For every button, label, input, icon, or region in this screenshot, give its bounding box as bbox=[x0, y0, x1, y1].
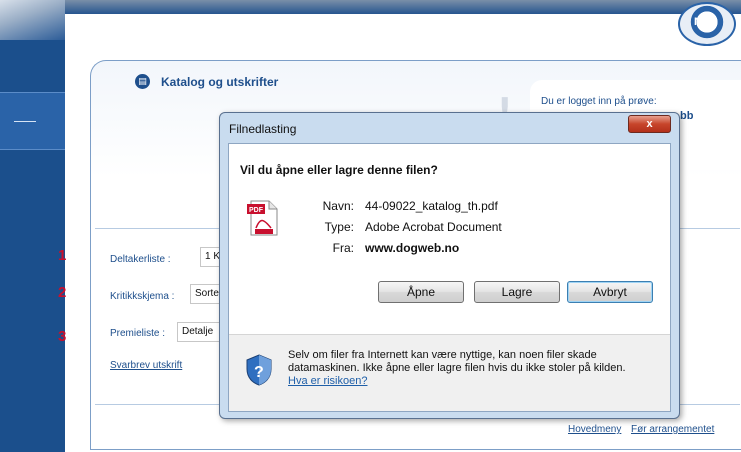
close-button[interactable]: x bbox=[628, 115, 671, 133]
kritikkskjema-select[interactable]: Sorte bbox=[190, 284, 220, 304]
left-nav-panel[interactable] bbox=[0, 92, 65, 150]
svarbrev-link[interactable]: Svarbrev utskrift bbox=[110, 360, 182, 371]
row-number: 2 bbox=[58, 284, 67, 301]
security-shield-icon: ? bbox=[246, 354, 272, 386]
logo-text: NKK bbox=[694, 16, 717, 28]
warning-area: ? Selv om filer fra Internett kan være n… bbox=[229, 334, 670, 411]
top-banner bbox=[65, 0, 741, 14]
dialog-body: Vil du åpne eller lagre denne filen? PDF… bbox=[228, 143, 671, 412]
open-button[interactable]: Åpne bbox=[378, 281, 464, 303]
section-title: Katalog og utskrifter bbox=[161, 75, 279, 89]
footer-link-hovedmeny[interactable]: Hovedmeny bbox=[568, 424, 621, 435]
login-status: Du er logget inn på prøve: bbox=[541, 96, 657, 107]
risk-link[interactable]: Hva er risikoen? bbox=[288, 375, 367, 387]
premieliste-select[interactable]: Detalje bbox=[177, 322, 220, 342]
deltakerliste-select[interactable]: 1 K bbox=[200, 247, 220, 267]
row-number: 1 bbox=[58, 247, 67, 264]
row-number: 3 bbox=[58, 328, 67, 345]
footer-link-for-arrangementet[interactable]: Før arrangementet bbox=[631, 424, 714, 435]
cancel-button[interactable]: Avbryt bbox=[567, 281, 653, 303]
row-label-premieliste: Premieliste : bbox=[110, 328, 166, 339]
nav-divider bbox=[14, 121, 36, 122]
file-download-dialog: Filnedlasting x Vil du åpne eller lagre … bbox=[219, 112, 680, 419]
header-image bbox=[0, 0, 65, 40]
pdf-file-icon: PDF bbox=[247, 200, 278, 236]
dialog-question: Vil du åpne eller lagre denne filen? bbox=[240, 163, 438, 177]
file-type: Adobe Acrobat Document bbox=[365, 220, 502, 234]
file-source: www.dogweb.no bbox=[365, 241, 460, 255]
type-key: Type: bbox=[324, 220, 354, 234]
name-key: Navn: bbox=[322, 199, 354, 213]
catalog-icon: ▤ bbox=[135, 74, 150, 89]
svg-text:?: ? bbox=[254, 364, 264, 381]
row-label-deltakerliste: Deltakerliste : bbox=[110, 254, 171, 265]
left-nav-bar bbox=[0, 0, 65, 452]
row-label-kritikkskjema: Kritikkskjema : bbox=[110, 291, 175, 302]
warning-message: Selv om filer fra Internett kan være nyt… bbox=[288, 349, 626, 374]
login-name: bb bbox=[680, 110, 694, 122]
dialog-title: Filnedlasting bbox=[229, 122, 297, 136]
save-button[interactable]: Lagre bbox=[474, 281, 560, 303]
file-name: 44-09022_katalog_th.pdf bbox=[365, 199, 498, 213]
source-key: Fra: bbox=[332, 241, 354, 255]
svg-text:PDF: PDF bbox=[249, 207, 264, 214]
warning-text: Selv om filer fra Internett kan være nyt… bbox=[288, 349, 648, 388]
